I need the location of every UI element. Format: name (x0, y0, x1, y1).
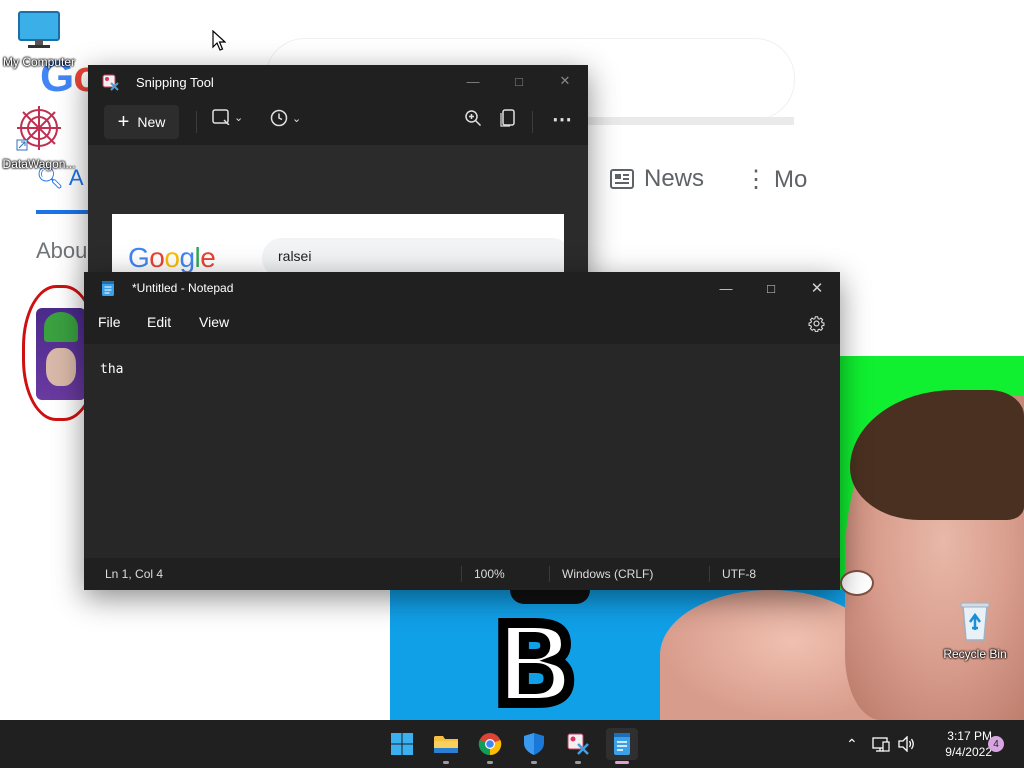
kebab-icon: ⋮ (744, 166, 768, 193)
page-icon (500, 109, 515, 127)
clock-button[interactable]: 3:17 PM 9/4/2022 (920, 728, 992, 760)
menu-view[interactable]: View (199, 314, 229, 330)
notepad-statusbar: Ln 1, Col 4 100% Windows (CRLF) UTF-8 (84, 558, 840, 590)
taskbar-chrome[interactable] (474, 728, 506, 764)
background-more-tab: ⋮ Mo (744, 165, 808, 194)
cursor-position: Ln 1, Col 4 (105, 567, 164, 581)
plus-icon: + (117, 110, 130, 133)
clock-time: 3:17 PM (947, 729, 992, 743)
datawagon-icon (16, 106, 61, 151)
folder-icon (434, 736, 458, 753)
network-button[interactable] (872, 720, 890, 768)
maximize-button[interactable]: □ (748, 272, 794, 304)
snipping-tool-titlebar[interactable]: Snipping Tool — □ ✕ (88, 65, 588, 99)
speaker-icon (898, 736, 914, 752)
shield-icon (524, 733, 544, 755)
line-ending: Windows (CRLF) (562, 567, 654, 581)
clock-icon (270, 109, 288, 127)
encoding: UTF-8 (722, 567, 756, 581)
snipping-toolbar: + New ⌄ ⌄ ⋯ (88, 99, 588, 145)
minimize-button[interactable]: — (450, 65, 496, 97)
taskbar-snipping-tool[interactable] (562, 728, 594, 764)
snip-mode-dropdown[interactable]: ⌄ (212, 109, 243, 125)
minimize-button[interactable]: — (703, 272, 749, 304)
notepad-window: *Untitled - Notepad — □ ✕ File Edit View… (84, 272, 840, 590)
background-about-text: Abou (36, 238, 88, 263)
snipping-tool-icon (102, 74, 120, 97)
news-icon (610, 169, 634, 189)
running-indicator (575, 761, 581, 764)
network-icon (872, 737, 890, 752)
close-button[interactable]: ✕ (794, 272, 840, 304)
mouse-cursor-icon (212, 30, 226, 51)
notepad-icon (614, 733, 630, 755)
show-hidden-icons-button[interactable]: ⌃ (846, 720, 858, 768)
snipping-tool-window: Snipping Tool — □ ✕ + New ⌄ ⌄ ⋯ Google r… (88, 65, 588, 280)
notepad-menubar: File Edit View (84, 304, 840, 344)
snipping-tool-icon (567, 733, 589, 755)
status-separator (549, 566, 550, 582)
desktop-icon-datawagon[interactable]: DataWagon... (0, 104, 79, 171)
snip-preview-image: Google ralsei (112, 214, 564, 280)
notification-badge[interactable]: 4 (988, 736, 1004, 752)
more-icon: ⋯ (552, 109, 572, 131)
active-indicator (615, 761, 629, 764)
chrome-icon (478, 733, 502, 756)
monitor-icon (18, 11, 60, 48)
windows-logo-icon (391, 733, 413, 755)
menu-file[interactable]: File (98, 314, 121, 330)
start-button[interactable] (386, 728, 418, 760)
zoom-level: 100% (474, 567, 505, 581)
chevron-down-icon: ⌄ (292, 112, 302, 125)
chevron-up-icon: ⌃ (846, 735, 858, 752)
desktop-icon-recycle-bin[interactable]: Recycle Bin (935, 600, 1015, 661)
background-tab-underline (36, 210, 90, 214)
taskbar-file-explorer[interactable] (430, 728, 462, 764)
background-news-tab: News (610, 165, 704, 193)
rectangle-snip-icon (212, 109, 230, 125)
desktop-icon-my-computer[interactable]: My Computer (0, 10, 79, 69)
preview-search-query: ralsei (278, 248, 312, 264)
running-indicator (443, 761, 449, 764)
desktop-icon-label: My Computer (2, 55, 76, 69)
window-title: Snipping Tool (136, 75, 214, 90)
toolbar-divider (196, 111, 197, 133)
running-indicator (531, 761, 537, 764)
chevron-down-icon: ⌄ (234, 111, 244, 124)
desktop-icon-label: DataWagon... (2, 157, 76, 171)
preview-google-logo: Google (128, 242, 216, 273)
page-button[interactable] (500, 109, 516, 127)
settings-button[interactable] (808, 315, 825, 337)
notepad-titlebar[interactable]: *Untitled - Notepad — □ ✕ (84, 272, 840, 304)
window-title: *Untitled - Notepad (132, 281, 234, 295)
menu-edit[interactable]: Edit (147, 314, 171, 330)
taskbar-defender[interactable] (518, 728, 550, 764)
recycle-bin-icon (960, 602, 990, 641)
new-snip-button[interactable]: + New (104, 105, 179, 139)
close-button[interactable]: ✕ (542, 65, 588, 97)
maximize-button[interactable]: □ (496, 65, 542, 97)
zoom-button[interactable] (464, 109, 482, 127)
taskbar-notepad[interactable] (606, 728, 638, 764)
text-editor[interactable]: tha (84, 344, 840, 558)
snip-delay-dropdown[interactable]: ⌄ (270, 109, 301, 127)
desktop-icon-label: Recycle Bin (943, 647, 1007, 661)
volume-button[interactable] (898, 720, 916, 768)
editor-content[interactable]: tha (100, 362, 123, 377)
gear-icon (808, 316, 825, 333)
toolbar-divider (532, 111, 533, 133)
status-separator (461, 566, 462, 582)
new-snip-label: New (137, 114, 166, 130)
status-separator (709, 566, 710, 582)
taskbar: ⌃ 3:17 PM 9/4/2022 (0, 720, 1024, 768)
zoom-in-icon (465, 110, 482, 127)
more-options-button[interactable]: ⋯ (552, 107, 572, 132)
eye-image (840, 570, 874, 596)
running-indicator (487, 761, 493, 764)
letter-b-graphic: B (488, 596, 582, 720)
clock-date: 9/4/2022 (945, 745, 992, 759)
background-avatar-image (36, 308, 86, 400)
notepad-app-icon (101, 280, 115, 302)
